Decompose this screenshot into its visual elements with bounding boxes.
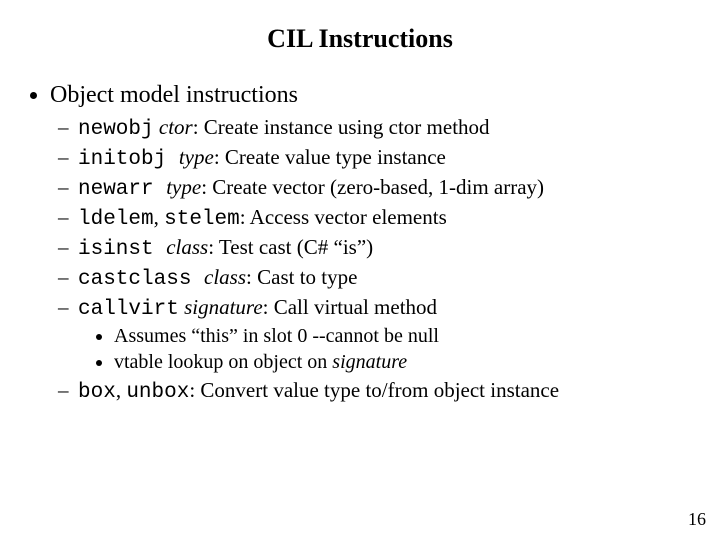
list-item: initobj type: Create value type instance (78, 145, 692, 171)
slide-title: CIL Instructions (28, 24, 692, 54)
desc-text: : Create vector (zero-based, 1-dim array… (201, 175, 544, 199)
desc-text: : Create value type instance (214, 145, 446, 169)
bullet-list-lvl1: Object model instructions newobj ctor: C… (28, 82, 692, 404)
code-text: initobj (78, 148, 179, 171)
list-item: box, unbox: Convert value type to/from o… (78, 378, 692, 404)
code-text: unbox (126, 381, 189, 404)
arg-text: class (204, 265, 246, 289)
list-item: newarr type: Create vector (zero-based, … (78, 175, 692, 201)
page-number: 16 (688, 509, 706, 530)
mid-text: , (116, 378, 127, 402)
list-item: callvirt signature: Call virtual method … (78, 295, 692, 374)
arg-text: ctor (159, 115, 193, 139)
arg-text: type (166, 175, 201, 199)
arg-text: signature (332, 351, 407, 373)
code-text: castclass (78, 268, 204, 291)
code-text: box (78, 381, 116, 404)
desc-text: : Cast to type (246, 265, 357, 289)
code-text: stelem (164, 208, 240, 231)
heading-bullet: Object model instructions newobj ctor: C… (50, 82, 692, 404)
arg-text: class (166, 235, 208, 259)
desc-text: : Test cast (C# “is”) (208, 235, 373, 259)
bullet-list-lvl2: newobj ctor: Create instance using ctor … (50, 115, 692, 404)
list-item: ldelem, stelem: Access vector elements (78, 205, 692, 231)
arg-text: type (179, 145, 214, 169)
desc-text: : Call virtual method (263, 295, 437, 319)
list-item: castclass class: Cast to type (78, 265, 692, 291)
desc-text: : Convert value type to/from object inst… (189, 378, 559, 402)
mid-text: , (154, 205, 165, 229)
note-text: Assumes “this” in slot 0 --cannot be nul… (114, 325, 439, 347)
code-text: newarr (78, 178, 166, 201)
arg-text: signature (184, 295, 263, 319)
heading-text: Object model instructions (50, 82, 298, 108)
desc-text: : Create instance using ctor method (193, 115, 490, 139)
code-text: callvirt (78, 298, 179, 321)
code-text: ldelem (78, 208, 154, 231)
list-item: newobj ctor: Create instance using ctor … (78, 115, 692, 141)
code-text: newobj (78, 118, 154, 141)
bullet-list-lvl3: Assumes “this” in slot 0 --cannot be nul… (78, 325, 692, 374)
code-text: isinst (78, 238, 166, 261)
list-item: vtable lookup on object on signature (114, 351, 692, 374)
slide: CIL Instructions Object model instructio… (0, 0, 720, 540)
list-item: Assumes “this” in slot 0 --cannot be nul… (114, 325, 692, 348)
note-text: vtable lookup on object on (114, 351, 332, 373)
desc-text: : Access vector elements (240, 205, 447, 229)
list-item: isinst class: Test cast (C# “is”) (78, 235, 692, 261)
